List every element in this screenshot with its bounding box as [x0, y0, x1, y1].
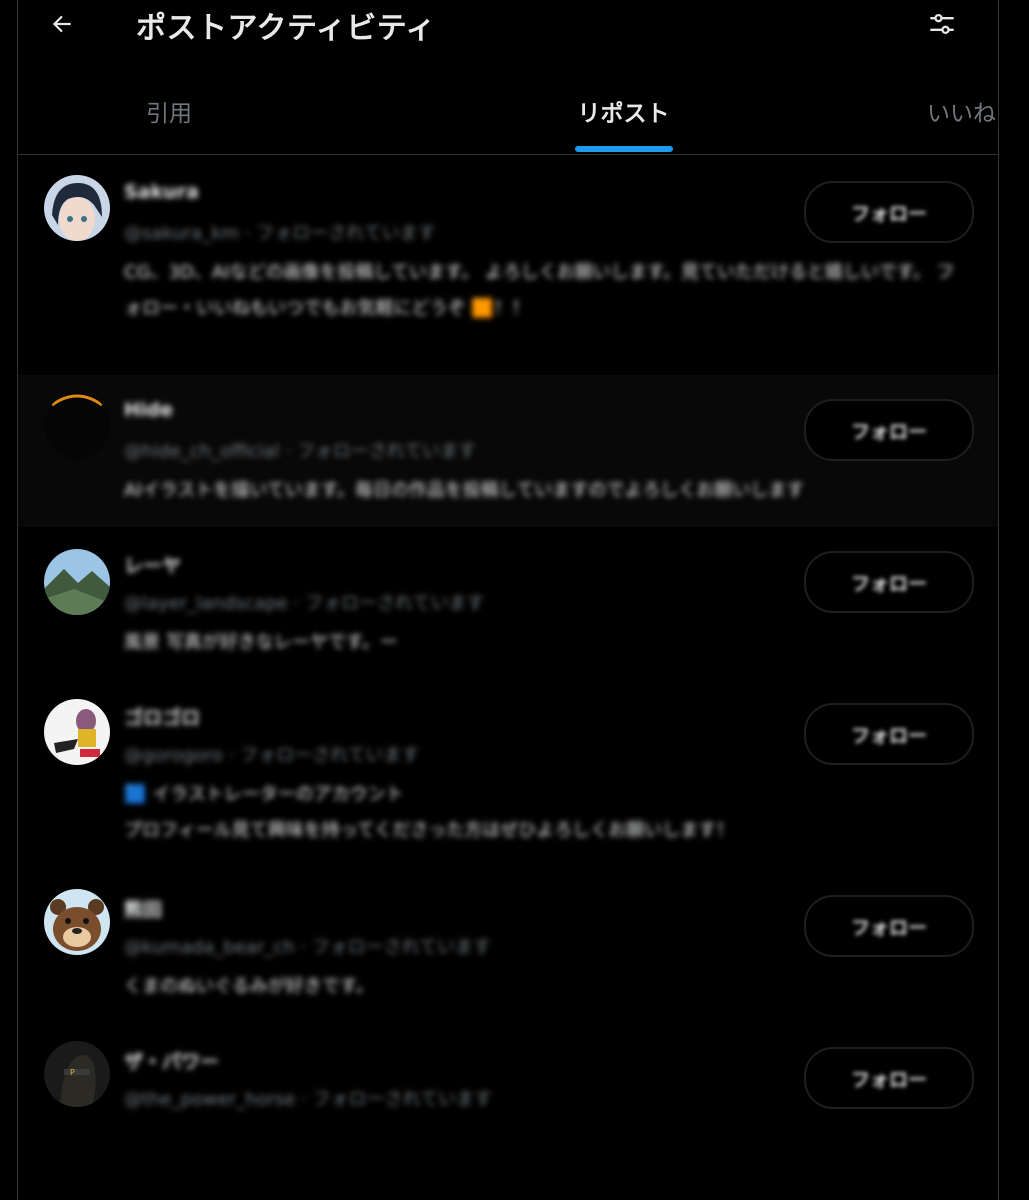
user-row[interactable]: レーヤ @layer_landscape · フォローされています 風景 写真が…	[18, 527, 998, 679]
avatar[interactable]	[44, 393, 110, 459]
user-bio: 風景 写真が好きなレーヤです。ー	[124, 632, 398, 653]
main-column: ポストアクティビティ 引用 リポスト いいね Sakura @sakura_km…	[17, 0, 999, 1200]
user-handle: @gorogoro · フォローされています	[124, 745, 420, 766]
user-name[interactable]: 熊田	[124, 895, 162, 922]
follow-button[interactable]: フォロー	[804, 551, 974, 613]
avatar-horse: P	[44, 1041, 110, 1107]
avatar[interactable]	[44, 175, 110, 241]
follow-button-label: フォロー	[850, 1068, 927, 1091]
page-title: ポストアクティビティ	[136, 11, 436, 46]
user-bio: 🟦 イラストレーターのアカウント プロフィール見て興味を持ってくださった方はぜひ…	[124, 784, 735, 841]
avatar-anime-girl	[44, 175, 110, 241]
active-tab-indicator	[574, 146, 673, 152]
follow-button[interactable]: フォロー	[804, 1047, 974, 1109]
follow-button-label: フォロー	[850, 572, 927, 595]
avatar-dark	[44, 393, 110, 459]
user-row[interactable]: P ザ・パワー @the_power_horse · フォローされています フォ…	[18, 1023, 998, 1143]
avatar[interactable]	[44, 699, 110, 765]
follow-button-label: フォロー	[850, 420, 927, 443]
tab-bar: 引用 リポスト いいね	[18, 72, 998, 155]
tab-likes[interactable]: いいね	[801, 72, 998, 154]
follow-button-label: フォロー	[850, 724, 927, 747]
follow-button[interactable]: フォロー	[804, 895, 974, 957]
user-name[interactable]: ザ・パワー	[124, 1047, 219, 1074]
avatar-landscape	[44, 549, 110, 615]
follow-button-label: フォロー	[850, 202, 927, 225]
svg-text:P: P	[70, 1068, 75, 1077]
filter-button[interactable]	[924, 6, 960, 42]
user-row[interactable]: 熊田 @kumada_bear_ch · フォローされています くまのぬいぐるみ…	[18, 871, 998, 1023]
follow-button[interactable]: フォロー	[804, 181, 974, 243]
arrow-left-icon	[52, 15, 71, 33]
user-bio: くまのぬいぐるみが好きです。	[124, 976, 374, 997]
page-header: ポストアクティビティ	[18, 0, 998, 50]
sliders-icon	[930, 13, 954, 35]
user-name[interactable]: ゴロゴロ	[124, 703, 200, 730]
avatar[interactable]	[44, 889, 110, 955]
user-row[interactable]: ゴロゴロ @gorogoro · フォローされています 🟦 イラストレーターのア…	[18, 679, 998, 871]
user-handle: @the_power_horse · フォローされています	[124, 1089, 493, 1110]
avatar[interactable]: P	[44, 1041, 110, 1107]
tab-likes-label: いいね	[927, 101, 996, 127]
user-row[interactable]: Sakura @sakura_km · フォローされています CG、3D、AIな…	[18, 157, 998, 375]
tab-quotes-label: 引用	[146, 101, 192, 127]
user-bio: CG、3D、AIなどの画像を投稿しています。 よろしくお願いします。見ていただけ…	[124, 262, 955, 319]
tab-quotes[interactable]: 引用	[18, 72, 446, 154]
user-handle: @kumada_bear_ch · フォローされています	[124, 937, 492, 958]
user-bio: AIイラストを描いています。毎日の作品を投稿していますのでよろしくお願いします	[124, 480, 805, 501]
avatar-illustration	[44, 699, 110, 765]
user-name[interactable]: Sakura	[124, 181, 199, 203]
user-name[interactable]: レーヤ	[124, 551, 181, 578]
follow-button[interactable]: フォロー	[804, 703, 974, 765]
back-button[interactable]	[44, 6, 80, 42]
tab-reposts[interactable]: リポスト	[446, 72, 801, 154]
user-handle: @layer_landscape · フォローされています	[124, 593, 485, 614]
avatar-bear	[44, 889, 110, 955]
user-handle: @hide_ch_official · フォローされています	[124, 441, 477, 462]
tab-reposts-label: リポスト	[577, 101, 670, 127]
user-handle: @sakura_km · フォローされています	[124, 223, 436, 244]
user-row[interactable]: Hide @hide_ch_official · フォローされています AIイラ…	[18, 375, 998, 527]
user-name[interactable]: Hide	[124, 399, 173, 421]
avatar[interactable]	[44, 549, 110, 615]
follow-button-label: フォロー	[850, 916, 927, 939]
user-list: Sakura @sakura_km · フォローされています CG、3D、AIな…	[18, 157, 998, 1143]
follow-button[interactable]: フォロー	[804, 399, 974, 461]
